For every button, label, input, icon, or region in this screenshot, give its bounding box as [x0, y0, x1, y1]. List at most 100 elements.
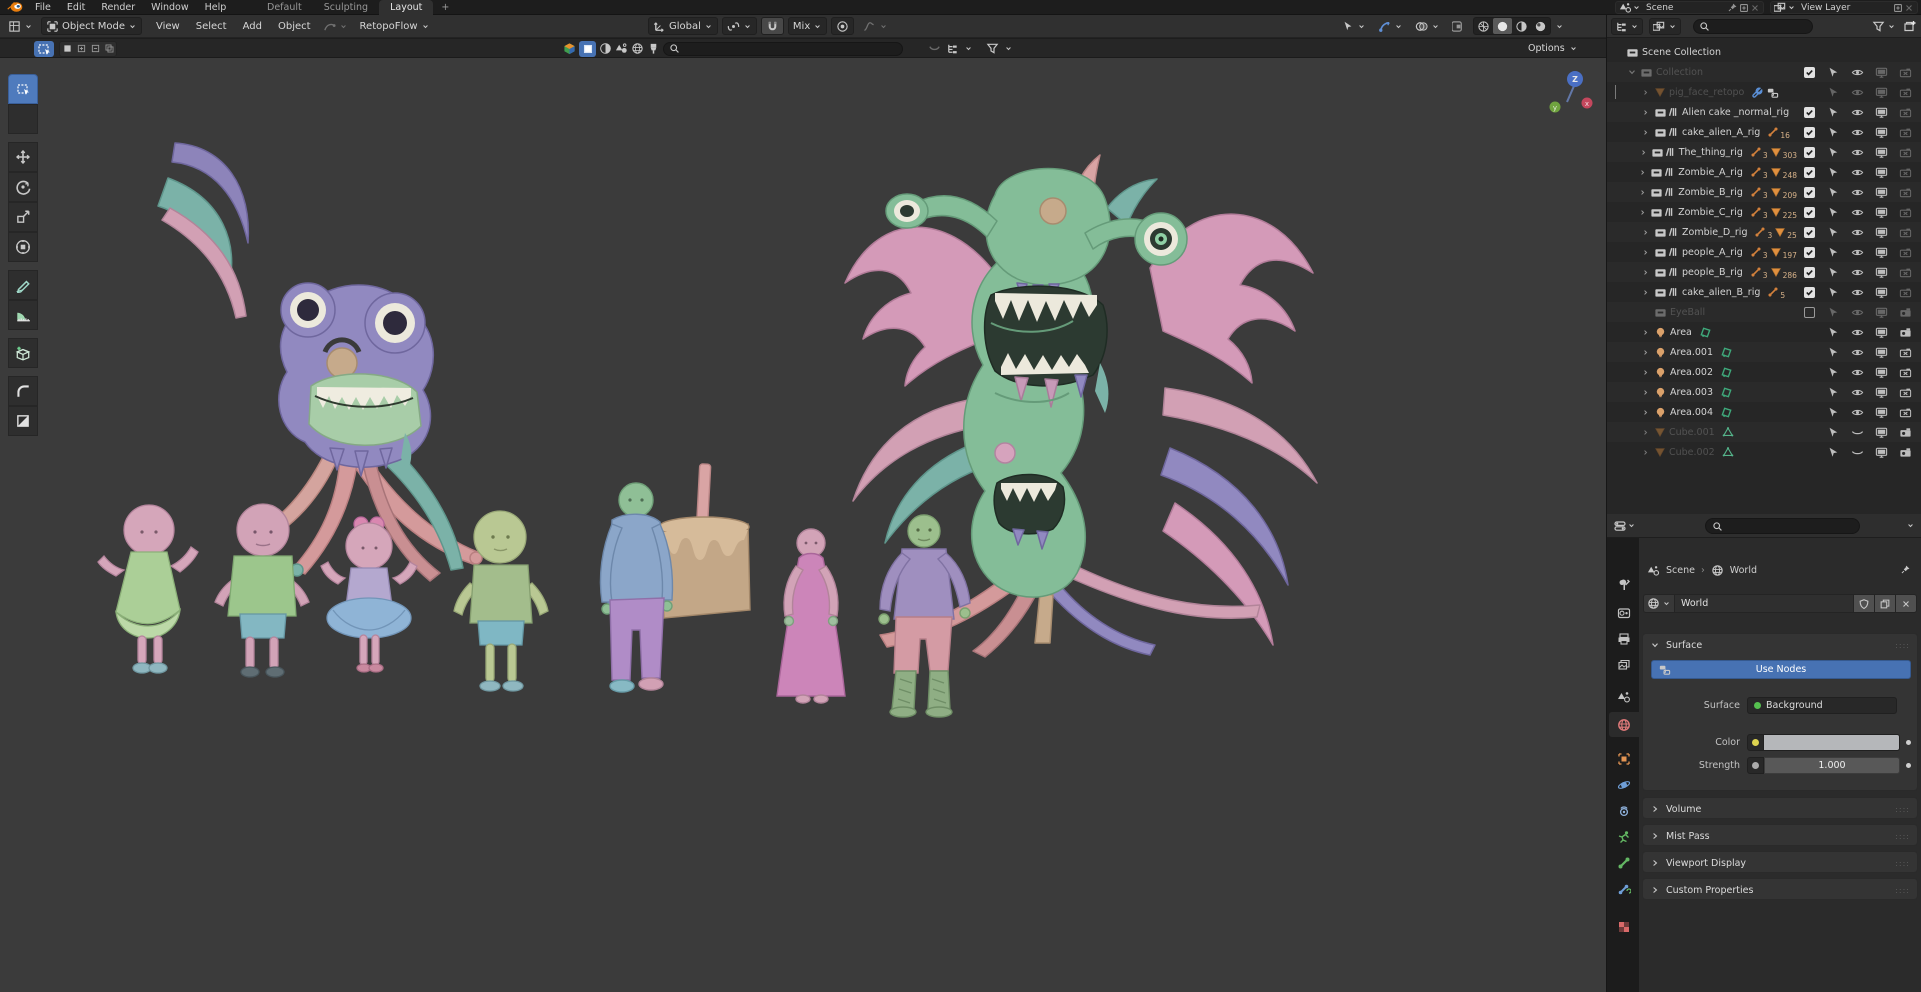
pointer-icon[interactable]	[1827, 166, 1839, 178]
monitor-icon[interactable]	[1875, 126, 1888, 139]
eye-open-icon[interactable]	[1851, 206, 1864, 219]
snap-target-dropdown[interactable]	[722, 17, 757, 35]
outliner-row[interactable]: Zombie_D_rig325	[1607, 222, 1921, 242]
camera-x-icon[interactable]	[1899, 226, 1912, 239]
pointer-icon[interactable]	[1827, 406, 1839, 418]
properties-tab-scene[interactable]	[1609, 684, 1639, 709]
curve-soft-icon[interactable]	[928, 42, 941, 55]
overlays-dropdown[interactable]	[1411, 17, 1444, 35]
camera-x-icon[interactable]	[1899, 406, 1912, 419]
world-name-field[interactable]: World	[1675, 594, 1854, 613]
properties-editor-icon[interactable]	[1613, 519, 1627, 533]
properties-tab-object[interactable]	[1609, 746, 1639, 771]
select-intersect-button[interactable]	[102, 42, 116, 56]
tool-cursor-button[interactable]	[8, 104, 38, 134]
properties-tab-world[interactable]	[1609, 712, 1639, 737]
monitor-icon[interactable]	[1875, 326, 1888, 339]
viewport-display-panel[interactable]: Viewport Display ::::	[1642, 851, 1918, 873]
tool-annotate-button[interactable]	[8, 270, 38, 300]
animate-dot[interactable]	[1906, 740, 1911, 745]
outliner-item-label[interactable]: Zombie_C_rig	[1678, 207, 1743, 218]
tool-move-button[interactable]	[8, 142, 38, 172]
pointer-icon[interactable]	[1827, 86, 1839, 98]
filter-funnel-icon[interactable]	[986, 42, 999, 55]
outliner-item-label[interactable]: Area.002	[1670, 367, 1713, 378]
viewport-menu-view[interactable]: View	[148, 21, 188, 32]
close-icon[interactable]	[1904, 3, 1914, 13]
camera-x-icon[interactable]	[1899, 146, 1912, 159]
pointer-icon[interactable]	[1827, 306, 1839, 318]
monitor-icon[interactable]	[1875, 186, 1888, 199]
chevron-down-icon[interactable]	[1906, 521, 1921, 530]
properties-tab-texture[interactable]	[1609, 914, 1639, 939]
monitor-icon[interactable]	[1875, 86, 1888, 99]
monitor-icon[interactable]	[1875, 386, 1888, 399]
shading-rendered-button[interactable]	[1531, 18, 1550, 34]
outliner-item-label[interactable]: people_A_rig	[1682, 247, 1743, 258]
chevron-down-icon[interactable]	[964, 44, 973, 53]
monitor-icon[interactable]	[1875, 266, 1888, 279]
select-set-button[interactable]	[60, 42, 74, 56]
camera-icon[interactable]	[1899, 326, 1912, 339]
chevron-right-icon[interactable]	[1638, 188, 1647, 197]
strength-value-field[interactable]: 1.000	[1764, 757, 1900, 774]
shading-material-button[interactable]	[1512, 18, 1531, 34]
camera-x-icon[interactable]	[1899, 286, 1912, 299]
chevron-down-icon[interactable]	[1555, 22, 1564, 31]
snap-blend-dropdown[interactable]: Mix	[788, 17, 827, 35]
eye-open-icon[interactable]	[1851, 326, 1864, 339]
material-cube-icon[interactable]	[563, 42, 576, 55]
mist-pass-panel[interactable]: Mist Pass ::::	[1642, 824, 1918, 846]
strength-socket-button[interactable]	[1747, 757, 1764, 774]
exclude-checkbox[interactable]	[1804, 307, 1815, 318]
outliner-row[interactable]: Scene Collection	[1607, 42, 1921, 62]
pointer-icon[interactable]	[1827, 446, 1839, 458]
viewport-menu-select[interactable]: Select	[188, 21, 235, 32]
monitor-icon[interactable]	[1875, 426, 1888, 439]
pointer-icon[interactable]	[1827, 126, 1839, 138]
outliner-item-label[interactable]: people_B_rig	[1682, 267, 1743, 278]
chevron-right-icon[interactable]	[1641, 108, 1650, 117]
pointer-icon[interactable]	[1827, 106, 1839, 118]
panel-grip[interactable]: ::::	[1895, 859, 1910, 868]
panel-grip[interactable]: ::::	[1895, 805, 1910, 814]
new-collection-icon[interactable]	[1903, 19, 1917, 33]
eye-open-icon[interactable]	[1851, 86, 1864, 99]
menu-help[interactable]: Help	[197, 2, 235, 13]
pointer-icon[interactable]	[1827, 266, 1839, 278]
tool-select-box-button[interactable]	[8, 74, 38, 104]
color-socket-button[interactable]	[1747, 734, 1764, 751]
outliner-row[interactable]: pig_face_retopo	[1607, 82, 1921, 102]
monitor-icon[interactable]	[1875, 206, 1888, 219]
chevron-right-icon[interactable]	[1639, 148, 1648, 157]
menu-window[interactable]: Window	[143, 2, 196, 13]
eye-closed-icon[interactable]	[1851, 446, 1864, 459]
chevron-down-icon[interactable]	[1627, 521, 1636, 530]
outliner-row[interactable]: cake_alien_B_rig5	[1607, 282, 1921, 302]
tool-arc-button[interactable]	[8, 376, 38, 406]
exclude-checkbox[interactable]	[1804, 287, 1815, 298]
pointer-icon[interactable]	[1827, 386, 1839, 398]
properties-tab-boneconstraint[interactable]	[1609, 876, 1639, 901]
outliner-item-label[interactable]: Collection	[1656, 67, 1703, 78]
filter-funnel-icon[interactable]	[1872, 20, 1885, 33]
pointer-icon[interactable]	[1827, 286, 1839, 298]
panel-grip[interactable]: ::::	[1895, 641, 1910, 650]
properties-tab-viewlayer[interactable]	[1609, 652, 1639, 677]
chevron-right-icon[interactable]	[1641, 288, 1650, 297]
select-extend-button[interactable]	[74, 42, 88, 56]
properties-tab-physics[interactable]	[1609, 772, 1639, 797]
outliner-item-label[interactable]: Cube.001	[1669, 427, 1715, 438]
exclude-checkbox[interactable]	[1804, 247, 1815, 258]
camera-x-icon[interactable]	[1899, 266, 1912, 279]
chevron-down-icon[interactable]	[1887, 22, 1896, 31]
mode-transfer-dropdown[interactable]	[319, 17, 352, 35]
exclude-checkbox[interactable]	[1804, 127, 1815, 138]
monitor-icon[interactable]	[1875, 246, 1888, 259]
chevron-right-icon[interactable]	[1641, 368, 1650, 377]
ao-spheres-icon[interactable]	[615, 42, 628, 55]
monitor-icon[interactable]	[1875, 106, 1888, 119]
camera-x-icon[interactable]	[1899, 386, 1912, 399]
pointer-icon[interactable]	[1827, 426, 1839, 438]
breadcrumb-scene[interactable]: Scene	[1666, 565, 1695, 576]
